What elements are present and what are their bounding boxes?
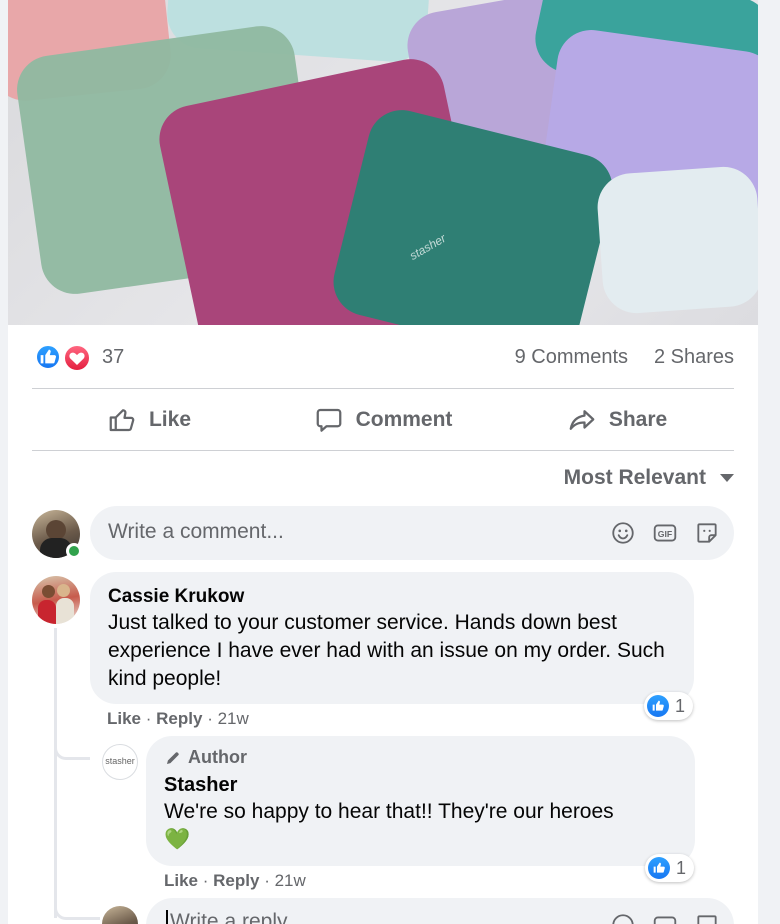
reply-text: We're so happy to hear that!! They're ou… bbox=[164, 800, 614, 851]
post-image[interactable]: stasher bbox=[8, 0, 758, 325]
comment-meta: Like · Reply · 21w bbox=[107, 709, 249, 729]
reaction-icons[interactable] bbox=[35, 344, 91, 372]
like-button[interactable]: Like bbox=[32, 390, 266, 450]
bag-shape bbox=[595, 164, 758, 316]
reply-meta: Like · Reply · 21w bbox=[164, 871, 306, 891]
comment-sort-dropdown[interactable]: Most Relevant bbox=[564, 466, 734, 490]
comment-bubble-icon bbox=[316, 408, 341, 432]
comment-text: Just talked to your customer service. Ha… bbox=[108, 611, 665, 690]
emoji-icon[interactable] bbox=[610, 912, 636, 924]
gif-icon[interactable] bbox=[652, 912, 678, 924]
reply-reaction-pill[interactable]: 1 bbox=[645, 854, 695, 882]
gif-icon[interactable]: GIF bbox=[652, 520, 678, 546]
comment-bubble[interactable]: Cassie Krukow Just talked to your custom… bbox=[90, 572, 694, 704]
reply-age[interactable]: 21w bbox=[275, 871, 306, 890]
avatar-figure bbox=[42, 585, 55, 598]
divider bbox=[32, 388, 734, 389]
meta-separator: · bbox=[207, 709, 218, 728]
composer-tools: GIF bbox=[610, 520, 720, 546]
avatar-figure bbox=[46, 520, 66, 540]
reaction-count[interactable]: 37 bbox=[102, 346, 124, 369]
stasher-avatar[interactable]: stasher bbox=[102, 744, 138, 780]
divider bbox=[32, 450, 734, 451]
reply-composer-tools bbox=[610, 912, 720, 924]
reply-reaction-count: 1 bbox=[676, 857, 687, 878]
online-status-dot bbox=[66, 543, 82, 559]
reply-bubble[interactable]: Author Stasher We're so happy to hear th… bbox=[146, 736, 695, 866]
avatar-figure bbox=[38, 600, 56, 624]
pencil-icon bbox=[167, 751, 179, 764]
sticker-icon[interactable] bbox=[694, 912, 720, 924]
comment-like-link[interactable]: Like bbox=[107, 709, 141, 728]
share-button[interactable]: Share bbox=[500, 390, 734, 450]
like-reaction-icon bbox=[35, 344, 61, 370]
like-button-label: Like bbox=[148, 408, 192, 431]
reaction-summary: 37 9 Comments 2 Shares bbox=[32, 340, 734, 374]
thumbs-up-icon bbox=[109, 409, 135, 432]
reply-input-placeholder: Write a reply... bbox=[166, 910, 303, 924]
share-arrow-icon bbox=[569, 410, 595, 430]
post-card: stasher 37 9 Comments 2 Shares Like Comm… bbox=[8, 0, 758, 924]
meta-separator: · bbox=[264, 871, 275, 890]
meta-separator: · bbox=[202, 871, 214, 890]
author-badge-label: Author bbox=[188, 747, 247, 767]
reply-composer-avatar[interactable] bbox=[102, 906, 138, 924]
author-badge: Author bbox=[164, 747, 247, 768]
share-button-label: Share bbox=[608, 408, 668, 431]
comment-input-placeholder: Write a comment... bbox=[108, 520, 284, 543]
post-action-bar: Like Comment Share bbox=[32, 390, 734, 450]
reply-reply-link[interactable]: Reply bbox=[213, 871, 259, 890]
svg-text:GIF: GIF bbox=[658, 529, 672, 539]
shares-count[interactable]: 2 Shares bbox=[654, 346, 734, 369]
comment-author[interactable]: Cassie Krukow bbox=[108, 586, 244, 608]
thread-line bbox=[54, 628, 57, 918]
avatar-figure bbox=[56, 598, 74, 624]
comment-button-label: Comment bbox=[355, 408, 453, 431]
reply-author[interactable]: Stasher bbox=[164, 774, 237, 797]
comments-count[interactable]: 9 Comments bbox=[515, 346, 628, 369]
commenter-avatar[interactable] bbox=[32, 576, 80, 624]
like-reaction-icon bbox=[647, 695, 669, 717]
emoji-icon[interactable] bbox=[610, 520, 636, 546]
reply-like-link[interactable]: Like bbox=[164, 871, 198, 890]
comment-reaction-pill[interactable]: 1 bbox=[644, 692, 694, 720]
avatar-figure bbox=[57, 584, 70, 597]
sticker-icon[interactable] bbox=[694, 520, 720, 546]
comment-button[interactable]: Comment bbox=[266, 390, 500, 450]
chevron-down-icon bbox=[720, 474, 734, 482]
thread-branch bbox=[54, 900, 100, 920]
comment-input[interactable]: Write a comment... GIF bbox=[90, 506, 734, 560]
like-reaction-icon bbox=[648, 857, 670, 879]
love-reaction-icon bbox=[63, 344, 91, 372]
meta-separator: · bbox=[145, 709, 157, 728]
sort-label: Most Relevant bbox=[563, 466, 706, 489]
comment-reply-link[interactable]: Reply bbox=[156, 709, 202, 728]
comment-age[interactable]: 21w bbox=[218, 709, 249, 728]
reply-input[interactable]: Write a reply... bbox=[146, 898, 734, 924]
stasher-avatar-text: stasher bbox=[105, 756, 135, 766]
comment-reaction-count: 1 bbox=[675, 695, 686, 716]
thread-branch bbox=[54, 740, 90, 760]
